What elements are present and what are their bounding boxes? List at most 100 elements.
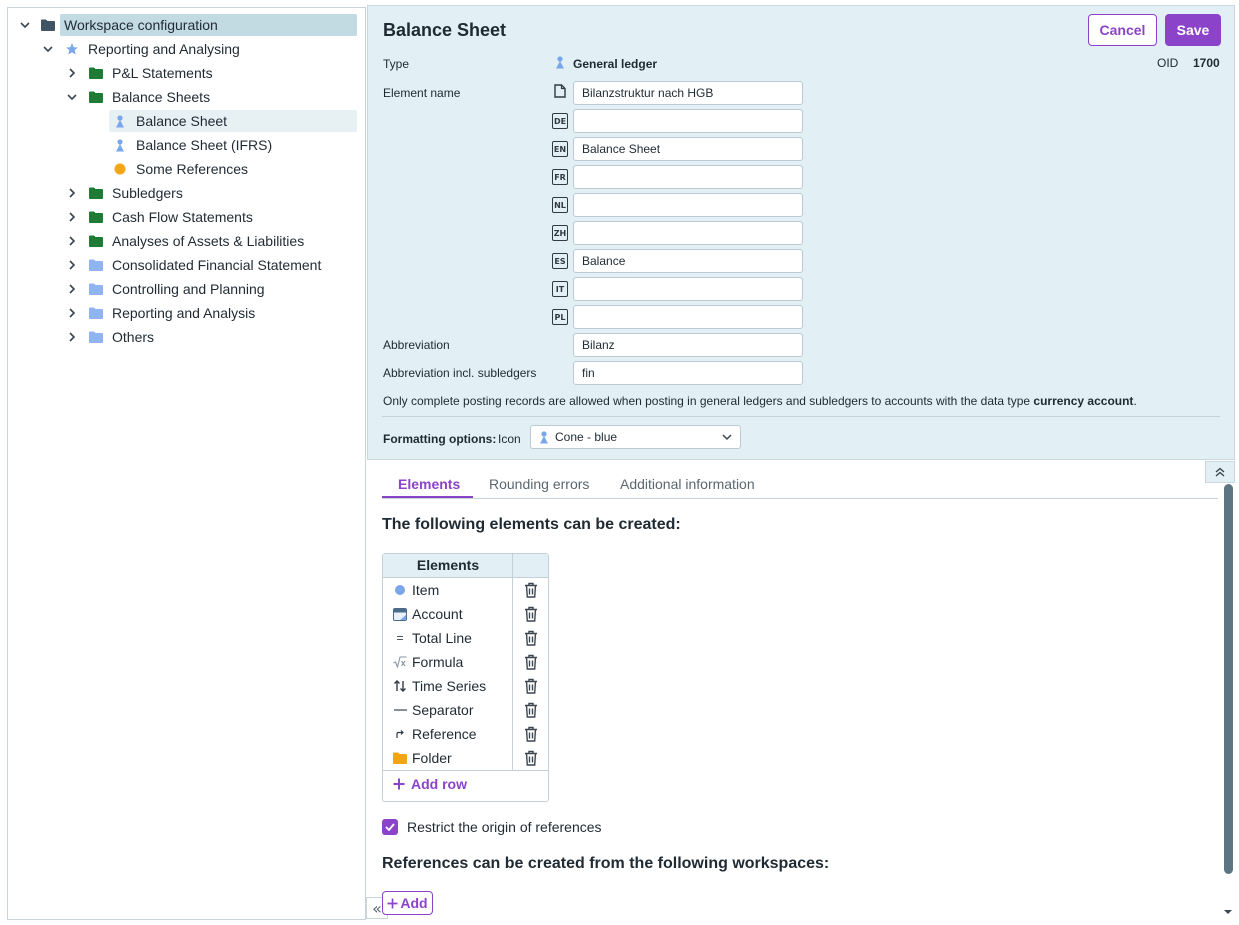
lang-en-icon: EN — [552, 141, 568, 157]
trash-icon[interactable] — [524, 654, 538, 670]
element-label: Time Series — [412, 678, 487, 694]
elements-table: Elements Item Account Total Line Formula… — [382, 553, 549, 802]
collapse-detail-icon[interactable] — [1205, 461, 1235, 483]
scroll-down-icon[interactable] — [1222, 903, 1234, 919]
chevron-right-icon[interactable] — [66, 278, 78, 300]
add-workspace-button[interactable]: Add — [382, 891, 433, 915]
chevron-right-icon[interactable] — [66, 326, 78, 348]
oid-value: 1700 — [1193, 56, 1220, 70]
tree-item-balance-sheet-ifrs[interactable]: Balance Sheet (IFRS) — [136, 134, 272, 156]
tree-item-label: Analyses of Assets & Liabilities — [112, 233, 305, 249]
icon-select[interactable]: Cone - blue — [530, 425, 741, 449]
tab-additional-information[interactable]: Additional information — [620, 476, 755, 492]
restrict-origin-checkbox[interactable] — [382, 819, 398, 835]
tree-item-reporting-and-analysing[interactable]: Reporting and Analysing — [88, 38, 240, 60]
formula-icon — [393, 655, 407, 669]
trash-icon[interactable] — [524, 726, 538, 742]
equals-icon — [393, 631, 407, 645]
tree-item-consolidated-financial-statement[interactable]: Consolidated Financial Statement — [112, 254, 321, 276]
trash-icon[interactable] — [524, 630, 538, 646]
tree-item-cash-flow-statements[interactable]: Cash Flow Statements — [112, 206, 253, 228]
element-name-label: Element name — [383, 86, 461, 100]
element-label: Account — [412, 606, 463, 622]
cancel-button[interactable]: Cancel — [1088, 14, 1157, 46]
tab-divider — [382, 498, 1218, 499]
lang-it-icon: IT — [552, 281, 568, 297]
element-name-de-input[interactable] — [573, 109, 803, 133]
element-label: Separator — [412, 702, 474, 718]
chevron-right-icon[interactable] — [66, 254, 78, 276]
tree-item-workspace-configuration[interactable]: Workspace configuration — [60, 14, 357, 36]
chevron-right-icon[interactable] — [66, 182, 78, 204]
trash-icon[interactable] — [524, 582, 538, 598]
tree-item-controlling-and-planning[interactable]: Controlling and Planning — [112, 278, 265, 300]
element-name-input[interactable]: Bilanzstruktur nach HGB — [573, 81, 803, 105]
folder-icon — [88, 62, 104, 84]
trash-icon[interactable] — [524, 606, 538, 622]
detail-panel: Balance Sheet Cancel Save Type General l… — [367, 5, 1235, 460]
tree-item-label: Balance Sheet — [136, 113, 228, 129]
tab-elements[interactable]: Elements — [398, 476, 460, 492]
table-row[interactable]: Formula — [383, 650, 513, 674]
posting-note-bold: currency account — [1033, 394, 1134, 408]
tree-item-balance-sheets[interactable]: Balance Sheets — [112, 86, 210, 108]
tree-item-some-references[interactable]: Some References — [136, 158, 248, 180]
tree-item-others[interactable]: Others — [112, 326, 154, 348]
table-row[interactable]: Account — [383, 602, 513, 626]
chevron-right-icon[interactable] — [66, 302, 78, 324]
element-name-nl-input[interactable] — [573, 193, 803, 217]
trash-icon[interactable] — [524, 678, 538, 694]
element-name-pl-input[interactable] — [573, 305, 803, 329]
workspace-tree: Workspace configuration Reporting and An… — [7, 7, 366, 920]
table-row[interactable]: Separator — [383, 698, 513, 722]
table-row[interactable]: Folder — [383, 746, 513, 770]
save-button[interactable]: Save — [1165, 14, 1221, 46]
cone-icon — [112, 110, 128, 132]
table-row[interactable]: Item — [383, 578, 513, 602]
type-value: General ledger — [573, 57, 658, 71]
chevron-right-icon[interactable] — [66, 206, 78, 228]
tree-item-balance-sheet[interactable]: Balance Sheet — [109, 110, 357, 132]
tree-item-analyses-of-assets[interactable]: Analyses of Assets & Liabilities — [112, 230, 304, 252]
column-header-elements: Elements — [416, 557, 480, 573]
cone-icon — [539, 430, 549, 444]
trash-icon[interactable] — [524, 750, 538, 766]
tree-item-label: Some References — [136, 161, 249, 177]
table-row[interactable]: Total Line — [383, 626, 513, 650]
folder-icon — [88, 206, 104, 228]
table-row[interactable]: Time Series — [383, 674, 513, 698]
chevron-down-icon[interactable] — [42, 38, 54, 60]
abbreviation-subledgers-input[interactable]: fin — [573, 361, 803, 385]
chevron-down-icon[interactable] — [66, 86, 78, 108]
scrollbar[interactable] — [1224, 484, 1233, 874]
plus-icon — [387, 897, 398, 909]
tree-item-subledgers[interactable]: Subledgers — [112, 182, 183, 204]
table-row[interactable]: Reference — [383, 722, 513, 746]
chevron-down-icon[interactable] — [19, 14, 31, 36]
trash-icon[interactable] — [524, 702, 538, 718]
folder-icon — [88, 302, 104, 324]
element-name-zh-input[interactable] — [573, 221, 803, 245]
element-name-es-input[interactable]: Balance — [573, 249, 803, 273]
add-row-button[interactable]: Add row — [393, 776, 467, 792]
oid-label: OID — [1157, 56, 1179, 70]
tree-item-label: P&L Statements — [112, 65, 213, 81]
chevron-right-icon[interactable] — [66, 230, 78, 252]
tree-item-label: Cash Flow Statements — [112, 209, 253, 225]
folder-icon — [88, 86, 104, 108]
element-name-it-input[interactable] — [573, 277, 803, 301]
abbreviation-input[interactable]: Bilanz — [573, 333, 803, 357]
chevron-right-icon[interactable] — [66, 62, 78, 84]
circle-icon — [393, 583, 407, 597]
tree-item-pl-statements[interactable]: P&L Statements — [112, 62, 213, 84]
element-name-fr-input[interactable] — [573, 165, 803, 189]
tree-item-label: Balance Sheet (IFRS) — [136, 137, 273, 153]
separator-icon — [393, 703, 407, 717]
tree-item-label: Subledgers — [112, 185, 183, 201]
elements-heading: The following elements can be created: — [382, 516, 681, 533]
element-name-en-input[interactable]: Balance Sheet — [573, 137, 803, 161]
plus-icon — [393, 778, 405, 790]
tree-item-label: Workspace configuration — [64, 17, 218, 33]
tree-item-reporting-and-analysis[interactable]: Reporting and Analysis — [112, 302, 255, 324]
tab-rounding-errors[interactable]: Rounding errors — [489, 476, 589, 492]
